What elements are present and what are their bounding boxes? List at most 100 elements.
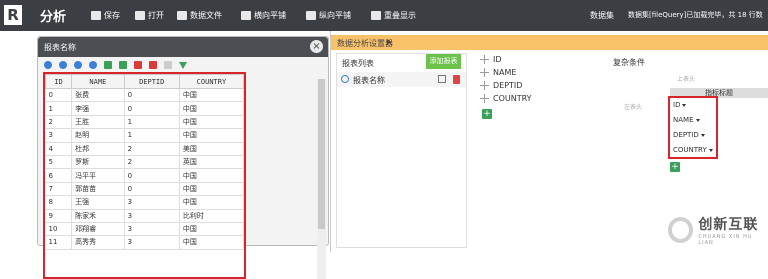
table-row[interactable]: 8 王强 3 中国 <box>45 195 244 210</box>
table-row[interactable]: 4 杜邦 2 美国 <box>45 142 244 156</box>
table-row[interactable]: 11 高秀秀 3 中国 <box>45 235 244 250</box>
table-cell: 3 <box>124 195 180 210</box>
triangle-right-icon[interactable] <box>387 39 391 45</box>
table-row[interactable]: 5 罗斯 2 英国 <box>45 155 244 170</box>
next-page-icon[interactable] <box>74 61 82 69</box>
dimension-name[interactable]: NAME <box>673 116 700 124</box>
pdf-print-icon[interactable] <box>149 61 157 69</box>
cascade-button[interactable]: 重叠显示 <box>371 10 416 21</box>
excel-export-icon[interactable] <box>104 61 112 69</box>
folder-icon <box>177 11 187 20</box>
table-cell: 赵明 <box>71 128 125 143</box>
dimension-country[interactable]: COUNTRY <box>673 146 713 154</box>
field-item-deptid[interactable]: DEPTID <box>480 81 522 90</box>
table-cell: 中国 <box>179 195 244 210</box>
table-cell: 0 <box>124 168 180 183</box>
table-cell: 中国 <box>179 222 244 237</box>
settings-title: 数据分析设置器 <box>337 39 393 48</box>
open-button[interactable]: 打开 <box>135 10 164 21</box>
table-cell: 美国 <box>179 142 244 156</box>
complex-condition-label[interactable]: 复杂条件 <box>613 57 645 68</box>
add-report-button[interactable]: 添加报表 <box>426 54 461 69</box>
brand-subtitle: CHUANG XIN HU LIAN <box>698 234 753 246</box>
caret-down-icon[interactable] <box>708 148 713 152</box>
list-item[interactable]: 报表名称 <box>337 72 466 87</box>
dialog-title: 报表名称 <box>44 43 76 52</box>
column-header-id[interactable]: ID <box>45 74 73 89</box>
move-icon <box>480 94 489 103</box>
column-header-deptid[interactable]: DEPTID <box>123 74 180 89</box>
tile-horizontal-icon <box>241 11 251 20</box>
add-field-button[interactable]: + <box>482 109 492 119</box>
caret-down-icon[interactable] <box>700 133 705 137</box>
save-button[interactable]: 保存 <box>91 10 120 21</box>
table-cell: 比利时 <box>179 209 244 223</box>
first-page-icon[interactable] <box>44 61 52 69</box>
scrollbar[interactable] <box>317 79 326 279</box>
table-cell: 中国 <box>179 168 244 183</box>
caret-down-icon[interactable] <box>695 118 700 122</box>
table-cell: 2 <box>124 142 180 156</box>
table-cell: 1 <box>124 128 180 143</box>
column-header-name[interactable]: NAME <box>71 74 125 89</box>
dataset-menu[interactable]: 数据集 <box>590 10 614 21</box>
refresh-icon[interactable] <box>341 75 349 83</box>
table-row[interactable]: 0 张费 0 中国 <box>45 88 244 103</box>
table-cell: 3 <box>124 235 180 250</box>
add-dimension-button[interactable]: + <box>670 162 680 172</box>
word-export-icon[interactable] <box>164 61 172 69</box>
field-item-country[interactable]: COUNTRY <box>480 94 532 103</box>
table-row[interactable]: 3 赵明 1 中国 <box>45 128 244 143</box>
column-header-country[interactable]: COUNTRY <box>178 74 244 89</box>
last-page-icon[interactable] <box>89 61 97 69</box>
sheet-export-icon[interactable] <box>119 61 127 69</box>
table-cell: 11 <box>45 235 73 250</box>
table-cell: 王强 <box>71 195 125 210</box>
tile-horizontal-button[interactable]: 横向平铺 <box>241 10 286 21</box>
trash-icon[interactable] <box>453 75 460 84</box>
brand-name: 创新互联 <box>698 217 759 233</box>
table-cell: 罗斯 <box>71 155 125 170</box>
table-cell: 王胜 <box>71 115 125 130</box>
table-cell: 0 <box>124 101 180 116</box>
dimension-id[interactable]: ID <box>673 101 687 109</box>
table-cell: 1 <box>45 101 73 116</box>
download-icon[interactable] <box>179 61 187 69</box>
pdf-export-icon[interactable] <box>134 61 142 69</box>
tile-vertical-button[interactable]: 纵向平铺 <box>306 10 351 21</box>
save-icon <box>91 11 101 20</box>
table-row[interactable]: 9 陈家禾 3 比利时 <box>45 209 244 223</box>
table-cell: 中国 <box>179 182 244 197</box>
table-cell: 0 <box>124 88 180 103</box>
prev-page-icon[interactable] <box>59 61 67 69</box>
table-row[interactable]: 6 冯平平 0 中国 <box>45 168 244 183</box>
top-toolbar: R 分析 保存 打开 数据文件 横向平铺 纵向平铺 重叠显示 数据集 数据集[f… <box>0 0 768 31</box>
move-icon <box>480 55 489 64</box>
table-row[interactable]: 1 李强 0 中国 <box>45 101 244 116</box>
tile-vertical-icon <box>306 11 316 20</box>
edit-icon[interactable] <box>438 75 446 83</box>
close-icon[interactable]: × <box>310 40 323 53</box>
field-item-name[interactable]: NAME <box>480 68 516 77</box>
table-cell: 10 <box>45 222 73 237</box>
table-cell: 4 <box>45 142 73 156</box>
table-row[interactable]: 2 王胜 1 中国 <box>45 115 244 130</box>
divider <box>330 31 331 252</box>
table-cell: 5 <box>45 155 73 170</box>
field-item-id[interactable]: ID <box>480 55 502 64</box>
table-cell: 9 <box>45 209 73 223</box>
status-message: 数据集[fileQuery]已加载完毕，共 18 行数 <box>628 11 763 19</box>
table-cell: 中国 <box>179 115 244 130</box>
table-cell: 0 <box>124 182 180 197</box>
table-row[interactable]: 10 邓翔睿 3 中国 <box>45 222 244 237</box>
move-icon <box>480 68 489 77</box>
table-cell: 中国 <box>179 128 244 143</box>
table-row[interactable]: 7 郭苗苗 0 中国 <box>45 182 244 197</box>
dialog-header: 报表名称 × <box>38 37 328 57</box>
cascade-icon <box>371 11 381 20</box>
scrollbar-thumb[interactable] <box>318 79 325 229</box>
data-file-button[interactable]: 数据文件 <box>177 10 222 21</box>
caret-down-icon[interactable] <box>682 103 687 107</box>
report-list-label: 报表列表 <box>342 59 374 68</box>
dimension-deptid[interactable]: DEPTID <box>673 131 705 139</box>
